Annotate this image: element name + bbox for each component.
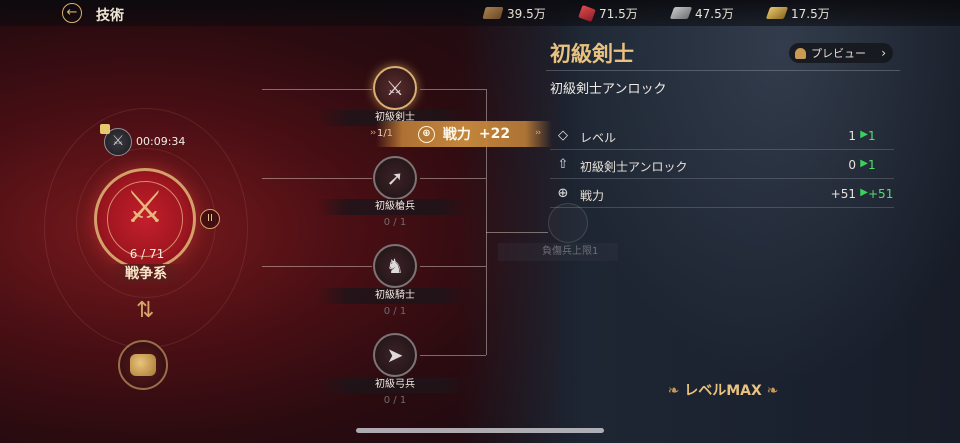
tech-node-label: 初級騎士 xyxy=(318,288,472,304)
gold-icon xyxy=(765,7,789,19)
resource-ore[interactable]: 71.5万 xyxy=(578,4,638,22)
resource-ore-value: 71.5万 xyxy=(599,6,638,21)
level-max-label: レベルMAX xyxy=(684,383,762,399)
horse-icon: ♞ xyxy=(386,254,404,278)
tree-line xyxy=(420,355,486,356)
resource-wood-value: 39.5万 xyxy=(507,6,546,21)
power-icon: ⊕ xyxy=(557,186,569,201)
stat-next: 1 xyxy=(868,129,876,143)
stat-row-power: ⊕ 戦力 +51 ▶ +51 xyxy=(550,180,894,208)
power-icon: ⊕ xyxy=(417,125,435,143)
resource-wood[interactable]: 39.5万 xyxy=(482,5,546,21)
laurel-right-icon: ❧ xyxy=(766,383,779,399)
resource-stone[interactable]: 47.5万 xyxy=(669,5,734,21)
branch-name: 戦争系 xyxy=(106,264,186,284)
stat-name: 初級剣士アンロック xyxy=(580,160,688,174)
tech-node-count: 0 / 1 xyxy=(383,217,407,228)
stat-next: 1 xyxy=(868,158,876,172)
tree-line xyxy=(262,178,372,179)
level-icon: ◇ xyxy=(558,128,568,143)
tree-line xyxy=(420,266,486,267)
panel-title: 初級剣士 xyxy=(550,42,634,66)
stat-current: +51 xyxy=(830,187,856,201)
increase-arrow-icon: ▶ xyxy=(860,129,868,140)
stat-current: 1 xyxy=(848,129,856,143)
laurel-left-icon: ❧ xyxy=(667,383,680,399)
stat-current: 0 xyxy=(848,158,856,172)
resource-stone-value: 47.5万 xyxy=(695,6,734,21)
stat-row-level: ◇ レベル 1 ▶ 1 xyxy=(550,122,894,150)
home-indicator[interactable] xyxy=(356,428,604,433)
stat-name: レベル xyxy=(580,131,617,145)
preview-label: プレビュー xyxy=(811,47,866,60)
stone-icon xyxy=(669,7,693,19)
crossed-swords-icon: ⚔ xyxy=(386,76,404,100)
increase-arrow-icon: ▶ xyxy=(860,158,868,169)
tech-node-swordsman[interactable]: ⚔ xyxy=(373,66,417,110)
spear-icon: ➚ xyxy=(386,166,404,190)
resource-pile-icon xyxy=(130,354,156,376)
tech-node-count: 0 / 1 xyxy=(383,395,407,406)
page-title: 技術 xyxy=(96,8,124,24)
panel-subtitle: 初級剣士アンロック xyxy=(550,82,667,97)
crossed-swords-icon: ⚔ xyxy=(111,133,125,149)
tech-node-count: 0 / 1 xyxy=(383,306,407,317)
resource-gold[interactable]: 17.5万 xyxy=(765,5,830,21)
bow-icon: ➤ xyxy=(386,343,404,367)
increase-arrow-icon: ▶ xyxy=(860,187,868,198)
tree-line xyxy=(420,89,486,90)
boost-value: +22 xyxy=(478,126,511,142)
resource-gold-value: 17.5万 xyxy=(791,6,830,21)
stat-next: +51 xyxy=(868,187,894,201)
ghost-node-label: 負傷兵上限1 xyxy=(498,243,618,261)
crossed-swords-emblem-icon: ⚔ xyxy=(125,182,165,233)
tech-node-knight[interactable]: ♞ xyxy=(373,244,417,288)
chevron-right-icon: › xyxy=(881,46,886,60)
ore-icon xyxy=(578,4,596,22)
power-boost-banner: ⊕ 戦力 +22 xyxy=(376,121,552,147)
boost-label: 戦力 xyxy=(442,127,471,143)
tech-node-label: 初級弓兵 xyxy=(318,377,472,393)
unlock-arrow-icon: ⇧ xyxy=(557,157,569,172)
branch-progress: 6 / 71 xyxy=(129,247,165,261)
helmet-icon xyxy=(795,47,806,59)
tier-badge[interactable]: II xyxy=(200,209,220,229)
banner-chevrons-right-icon: ›› xyxy=(535,128,541,138)
wood-icon xyxy=(482,7,504,19)
tree-line xyxy=(420,178,486,179)
swap-branch-icon[interactable]: ⇅ xyxy=(136,298,154,323)
tree-line xyxy=(262,266,372,267)
tech-node-wounded-cap[interactable] xyxy=(548,203,588,243)
tree-line xyxy=(262,89,372,90)
back-button[interactable]: ← xyxy=(62,3,82,23)
tech-node-spearman[interactable]: ➚ xyxy=(373,156,417,200)
level-max-indicator: ❧ レベルMAX ❧ xyxy=(666,380,780,400)
tech-node-archer[interactable]: ➤ xyxy=(373,333,417,377)
research-timer: 00:09:34 xyxy=(136,135,186,148)
panel-divider xyxy=(546,70,900,71)
back-arrow-icon: ← xyxy=(66,5,78,20)
timer-badge-icon xyxy=(100,124,110,134)
resource-branch-button[interactable] xyxy=(118,340,168,390)
stat-row-unlock: ⇧ 初級剣士アンロック 0 ▶ 1 xyxy=(550,151,894,179)
tree-line xyxy=(486,232,548,233)
tech-node-label: 初級槍兵 xyxy=(318,199,472,215)
stat-name: 戦力 xyxy=(580,189,605,203)
preview-button[interactable]: プレビュー › xyxy=(789,43,893,63)
